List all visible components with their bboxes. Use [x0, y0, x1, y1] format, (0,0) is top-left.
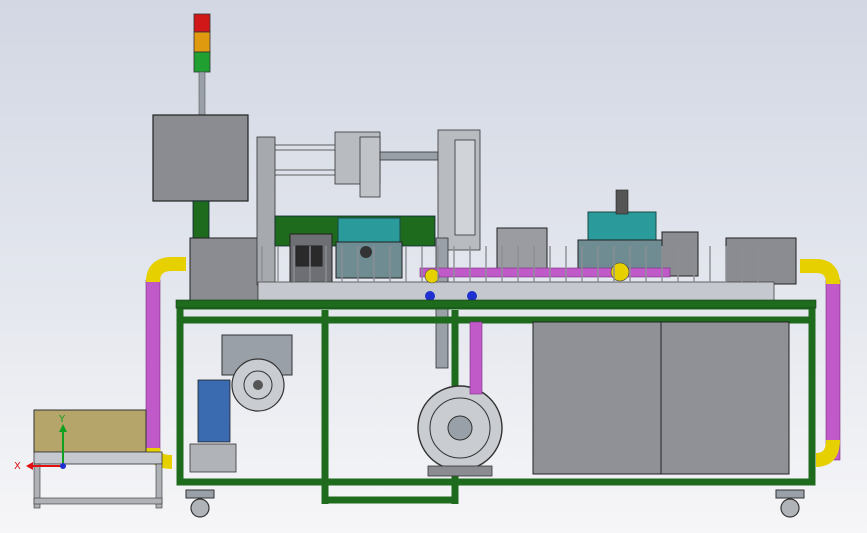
signal-light-red	[193, 13, 211, 33]
cabinet-door-left	[532, 321, 662, 475]
feed-tray	[33, 409, 163, 509]
machine-assembly-drawing: X Y	[14, 13, 841, 518]
cad-viewport[interactable]: X Y	[0, 0, 867, 533]
left-blower	[221, 334, 293, 412]
caster-bracket	[775, 489, 805, 499]
triad-y-label: Y	[58, 414, 66, 425]
triad-x-label: X	[14, 461, 21, 472]
caster-wheel	[780, 498, 800, 518]
signal-light-green	[193, 51, 211, 73]
caster-bracket	[185, 489, 215, 499]
magenta-conveyor-belt	[419, 267, 671, 278]
cabinet-door-right	[660, 321, 790, 475]
signal-tower	[193, 13, 211, 117]
signal-light-amber	[193, 31, 211, 53]
table-top-rail	[175, 299, 817, 309]
control-box	[152, 114, 249, 242]
blue-control-unit	[197, 379, 231, 443]
casters	[185, 489, 805, 518]
caster-wheel	[190, 498, 210, 518]
lower-left-block	[189, 443, 237, 473]
cabinet-doors	[532, 321, 790, 475]
control-box-post	[192, 200, 210, 242]
teal-station-right	[587, 211, 657, 243]
left-cabinet	[189, 237, 259, 303]
triad-z-axis	[60, 463, 66, 469]
center-blower	[417, 385, 503, 477]
signal-tower-pole	[198, 71, 206, 117]
